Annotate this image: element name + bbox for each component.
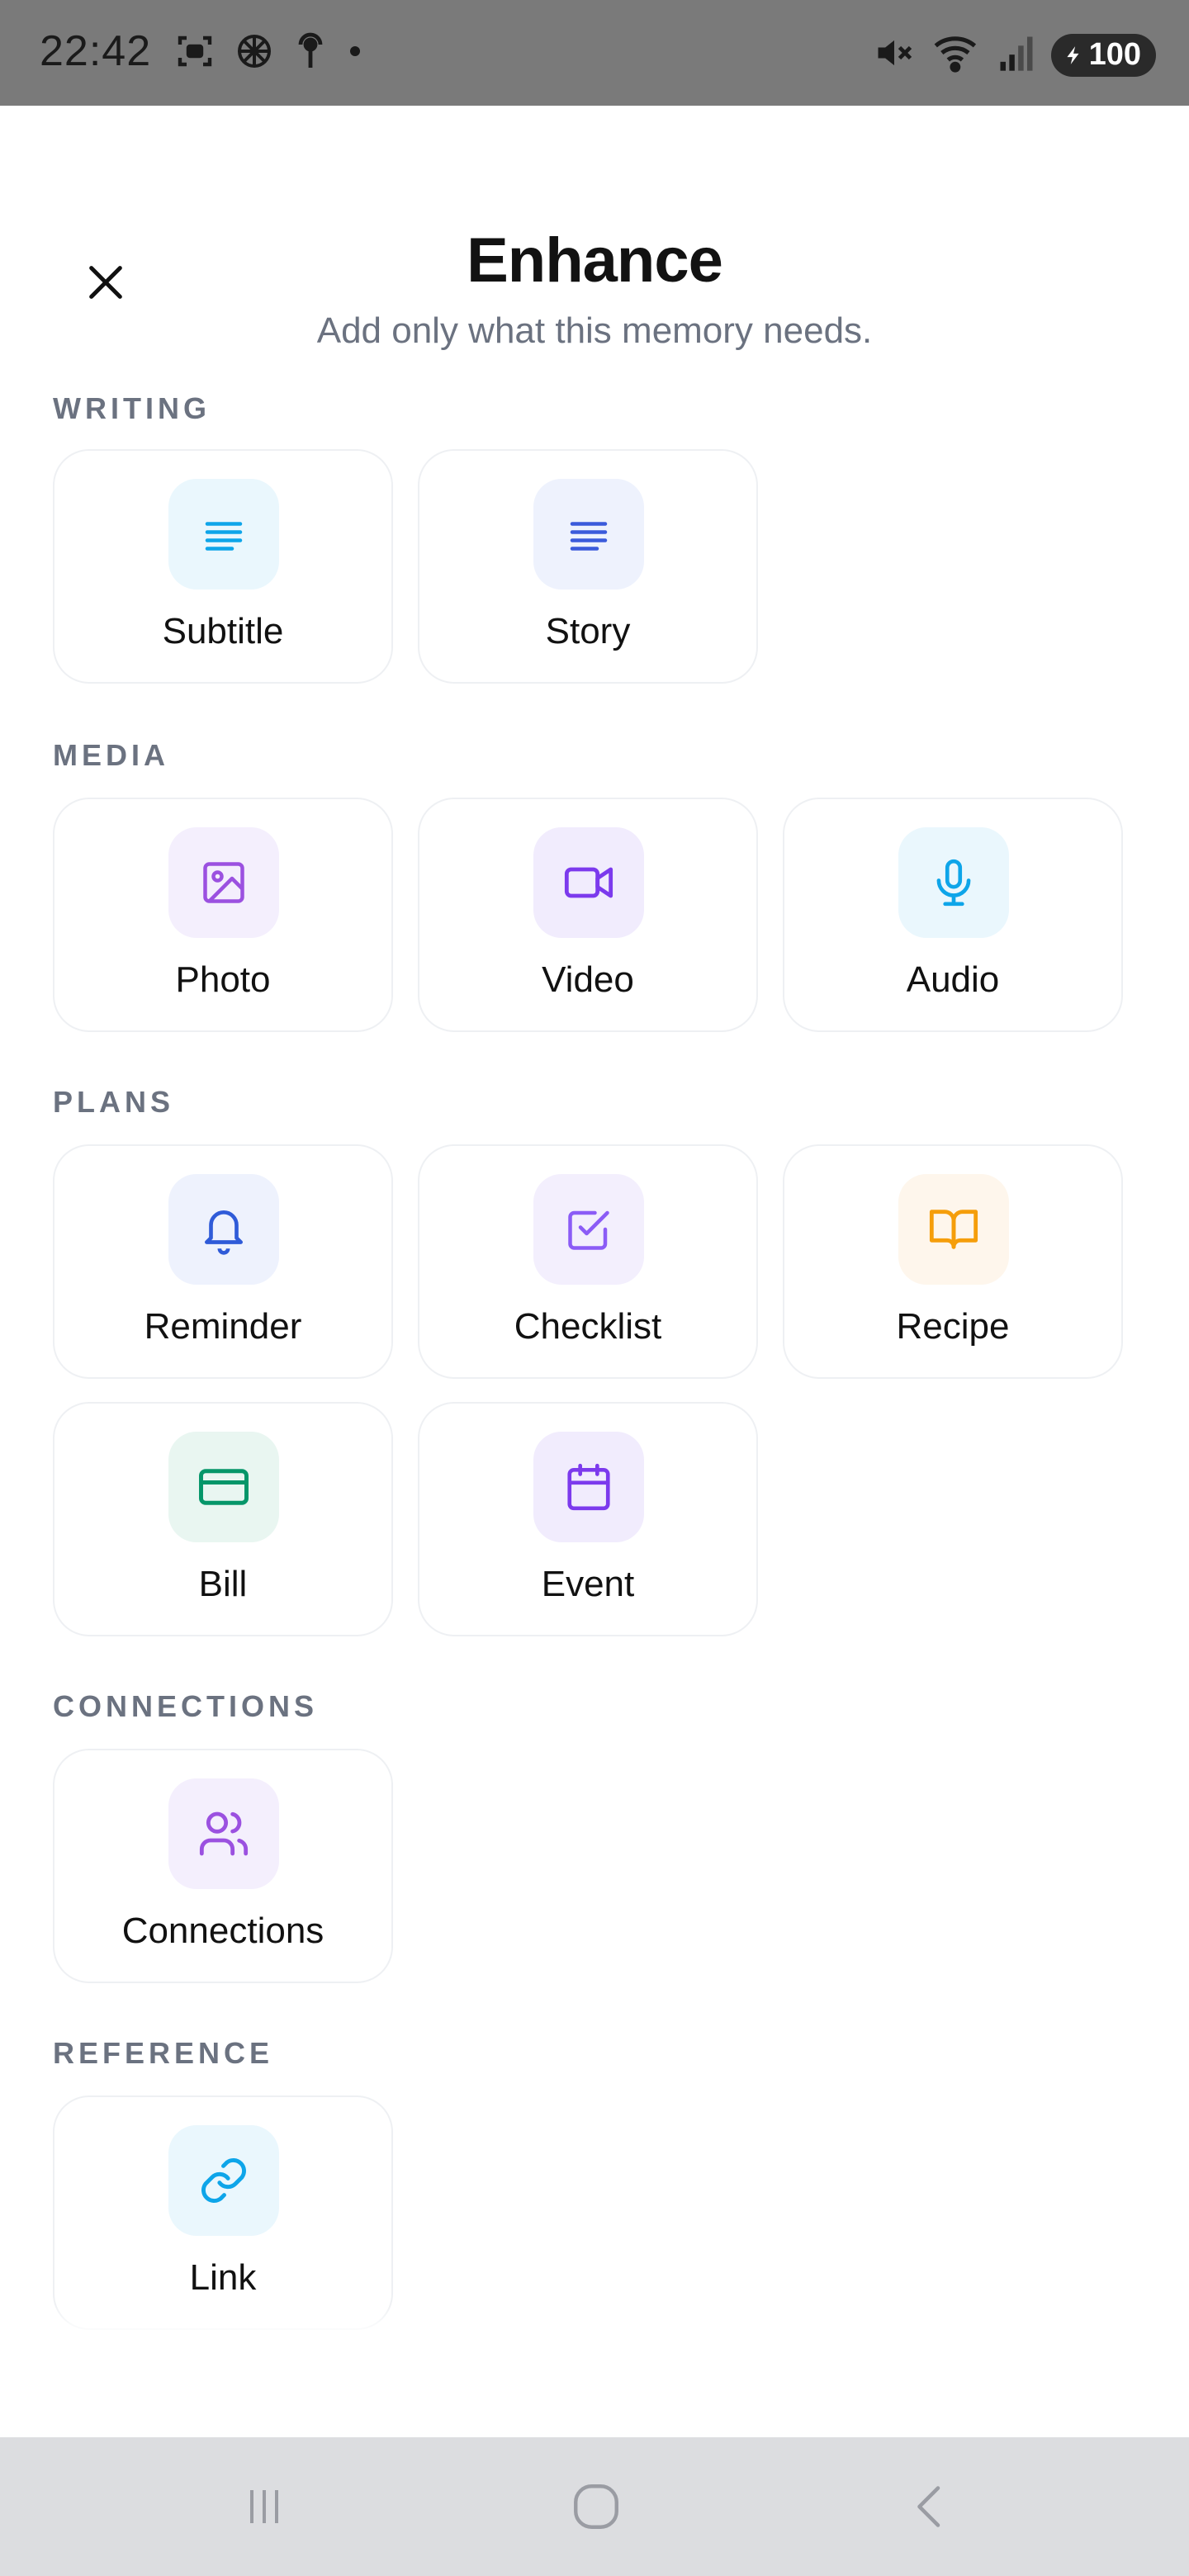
screenshot-icon bbox=[175, 31, 215, 75]
section-label-writing: WRITING bbox=[53, 391, 211, 425]
navigation-bar bbox=[0, 2437, 1189, 2576]
option-label: Subtitle bbox=[162, 611, 284, 651]
battery-icon: 100 bbox=[1050, 33, 1156, 77]
dot-icon bbox=[347, 43, 363, 64]
status-bar: 22:42 100 bbox=[0, 0, 1189, 106]
home-icon bbox=[574, 2484, 618, 2529]
option-label: Recipe bbox=[896, 1306, 1010, 1347]
back-icon bbox=[917, 2486, 940, 2527]
open-book-icon bbox=[898, 1174, 1009, 1285]
option-label: Connections bbox=[121, 1911, 324, 1951]
calendar-icon bbox=[533, 1432, 644, 1542]
scroll-fade bbox=[0, 2304, 1189, 2436]
option-recipe[interactable]: Recipe bbox=[783, 1144, 1123, 1379]
mute-icon bbox=[873, 31, 916, 78]
option-story[interactable]: Story bbox=[418, 449, 758, 684]
section-label-plans: PLANS bbox=[53, 1085, 175, 1119]
option-label: Video bbox=[542, 959, 634, 1000]
text-lines-icon bbox=[168, 479, 279, 590]
option-label: Reminder bbox=[144, 1306, 302, 1347]
option-subtitle[interactable]: Subtitle bbox=[53, 449, 393, 684]
option-label: Audio bbox=[906, 959, 1000, 1000]
option-reminder[interactable]: Reminder bbox=[53, 1144, 393, 1379]
option-connections[interactable]: Connections bbox=[53, 1749, 393, 1983]
status-time: 22:42 bbox=[40, 27, 152, 75]
option-label: Checklist bbox=[514, 1306, 662, 1347]
status-right: 100 bbox=[873, 31, 1156, 78]
credit-card-icon bbox=[168, 1432, 279, 1542]
wifi-icon bbox=[932, 31, 982, 78]
option-photo[interactable]: Photo bbox=[53, 798, 393, 1032]
checkbox-icon bbox=[533, 1174, 644, 1285]
microphone-icon bbox=[898, 827, 1009, 938]
recents-icon bbox=[250, 2490, 278, 2523]
option-label: Event bbox=[541, 1564, 635, 1604]
section-label-connections: CONNECTIONS bbox=[53, 1689, 319, 1723]
people-icon bbox=[168, 1778, 279, 1889]
option-audio[interactable]: Audio bbox=[783, 798, 1123, 1032]
option-checklist[interactable]: Checklist bbox=[418, 1144, 758, 1379]
option-link[interactable]: Link bbox=[53, 2095, 393, 2330]
section-label-reference: REFERENCE bbox=[53, 2036, 274, 2070]
status-icons-left bbox=[175, 31, 363, 75]
option-label: Story bbox=[545, 611, 631, 651]
option-event[interactable]: Event bbox=[418, 1402, 758, 1636]
page-subtitle: Add only what this memory needs. bbox=[316, 310, 873, 351]
app-icon bbox=[234, 31, 274, 75]
text-lines-icon bbox=[533, 479, 644, 590]
option-label: Link bbox=[189, 2257, 257, 2298]
section-label-media: MEDIA bbox=[53, 738, 169, 772]
battery-level: 100 bbox=[1088, 37, 1141, 72]
home-button[interactable] bbox=[563, 2474, 629, 2540]
recents-button[interactable] bbox=[231, 2474, 297, 2540]
link-icon bbox=[168, 2125, 279, 2236]
option-video[interactable]: Video bbox=[418, 798, 758, 1032]
bell-icon bbox=[168, 1174, 279, 1285]
back-button[interactable] bbox=[897, 2474, 963, 2540]
video-camera-icon bbox=[533, 827, 644, 938]
image-icon bbox=[168, 827, 279, 938]
signal-icon bbox=[998, 31, 1035, 78]
page-title: Enhance bbox=[467, 225, 723, 296]
hotspot-icon bbox=[294, 31, 327, 75]
option-label: Bill bbox=[198, 1564, 248, 1604]
option-label: Photo bbox=[175, 959, 271, 1000]
option-bill[interactable]: Bill bbox=[53, 1402, 393, 1636]
